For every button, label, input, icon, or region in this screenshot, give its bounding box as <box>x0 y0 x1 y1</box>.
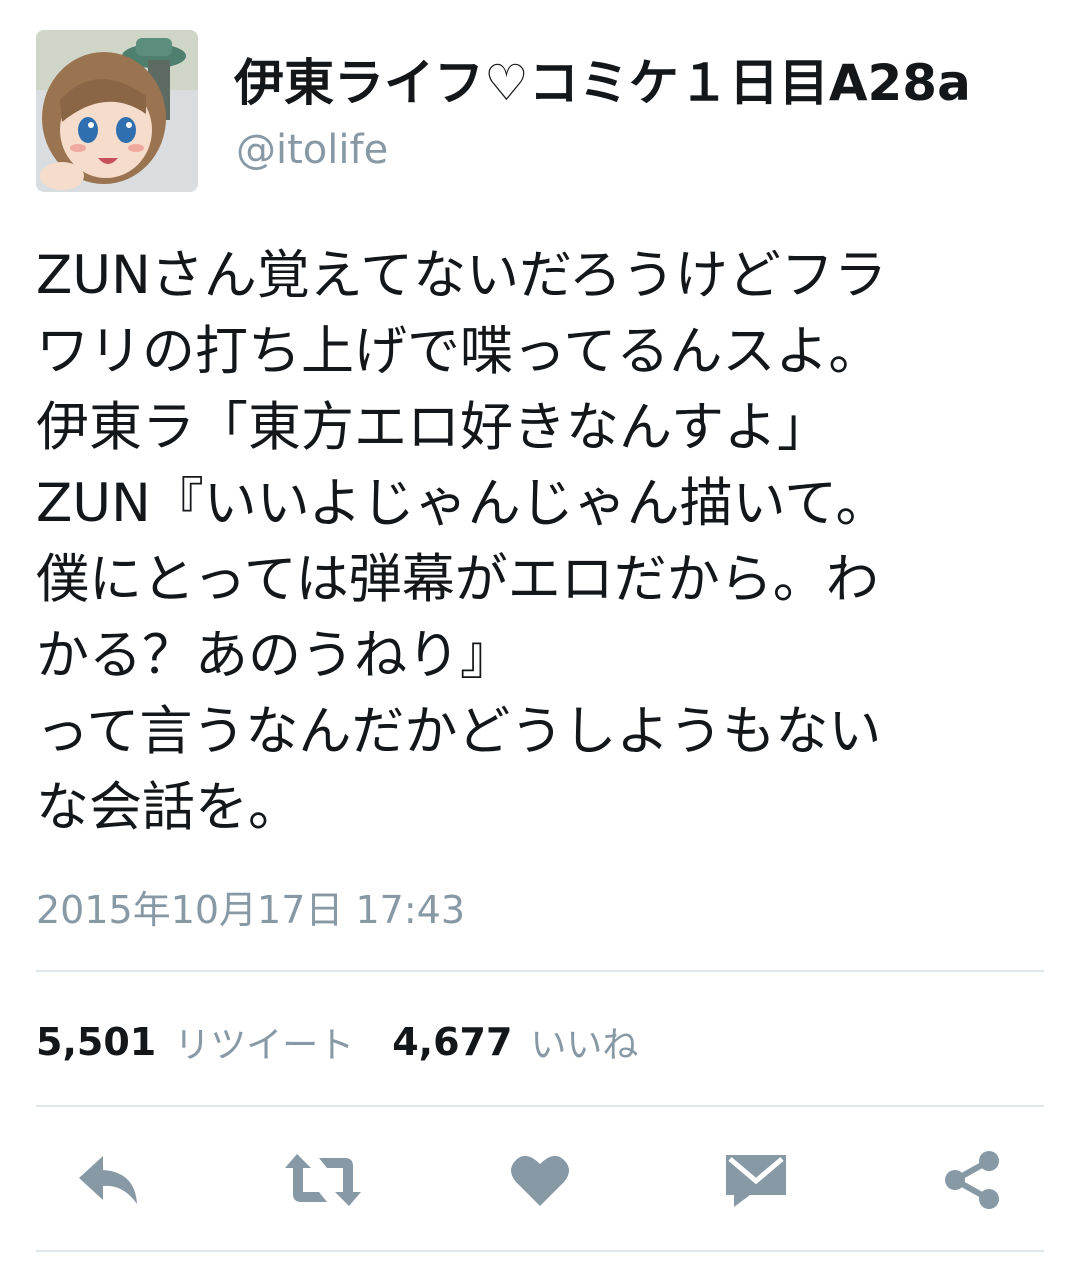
share-icon <box>945 1151 999 1209</box>
tweet-text-line: かる？あのうねり』 <box>36 625 513 686</box>
retweet-count[interactable]: 5,501 <box>36 1020 156 1064</box>
display-name[interactable]: 伊東ライフ♡コミケ１日目A28a <box>234 52 971 114</box>
retweet-label[interactable]: リツイート <box>174 1016 354 1068</box>
retweet-icon <box>285 1154 361 1206</box>
share-button[interactable] <box>932 1140 1012 1220</box>
user-handle[interactable]: @itolife <box>236 124 388 176</box>
tweet-text-line: 僕にとっては弾幕がエロだから。わ <box>36 549 879 610</box>
direct-message-button[interactable] <box>716 1140 796 1220</box>
message-icon <box>726 1155 786 1207</box>
tweet-detail: 伊東ライフ♡コミケ１日目A28a @itolife ZUNさん覚えてないだろうけ… <box>0 0 1080 1263</box>
like-button[interactable] <box>500 1140 580 1220</box>
tweet-text: ZUNさん覚えてないだろうけどフラ ワリの打ち上げで喋ってるんスよ。 伊東ラ「東… <box>36 238 1046 846</box>
tweet-stats: 5,501 リツイート 4,677 いいね <box>36 1014 638 1070</box>
tweet-actions <box>0 1140 1080 1220</box>
divider <box>36 1105 1044 1107</box>
avatar-illustration <box>36 30 198 192</box>
tweet-timestamp: 2015年10月17日 17:43 <box>36 888 466 932</box>
tweet-text-line: な会話を。 <box>36 777 301 838</box>
like-label[interactable]: いいね <box>530 1016 638 1068</box>
like-count[interactable]: 4,677 <box>392 1020 512 1064</box>
retweet-button[interactable] <box>283 1140 363 1220</box>
avatar[interactable] <box>36 30 198 192</box>
tweet-text-line: ZUN『いいよじゃんじゃん描いて。 <box>36 473 889 534</box>
tweet-text-line: って言うなんだかどうしようもない <box>36 701 882 762</box>
tweet-text-line: ZUNさん覚えてないだろうけどフラ <box>36 245 887 306</box>
tweet-text-line: 伊東ラ「東方エロ好きなんすよ」 <box>36 397 830 458</box>
reply-icon <box>79 1156 137 1204</box>
divider <box>36 970 1044 972</box>
reply-button[interactable] <box>70 1140 150 1220</box>
divider <box>36 1250 1044 1252</box>
like-icon <box>511 1155 569 1206</box>
tweet-text-line: ワリの打ち上げで喋ってるんスよ。 <box>36 321 882 382</box>
